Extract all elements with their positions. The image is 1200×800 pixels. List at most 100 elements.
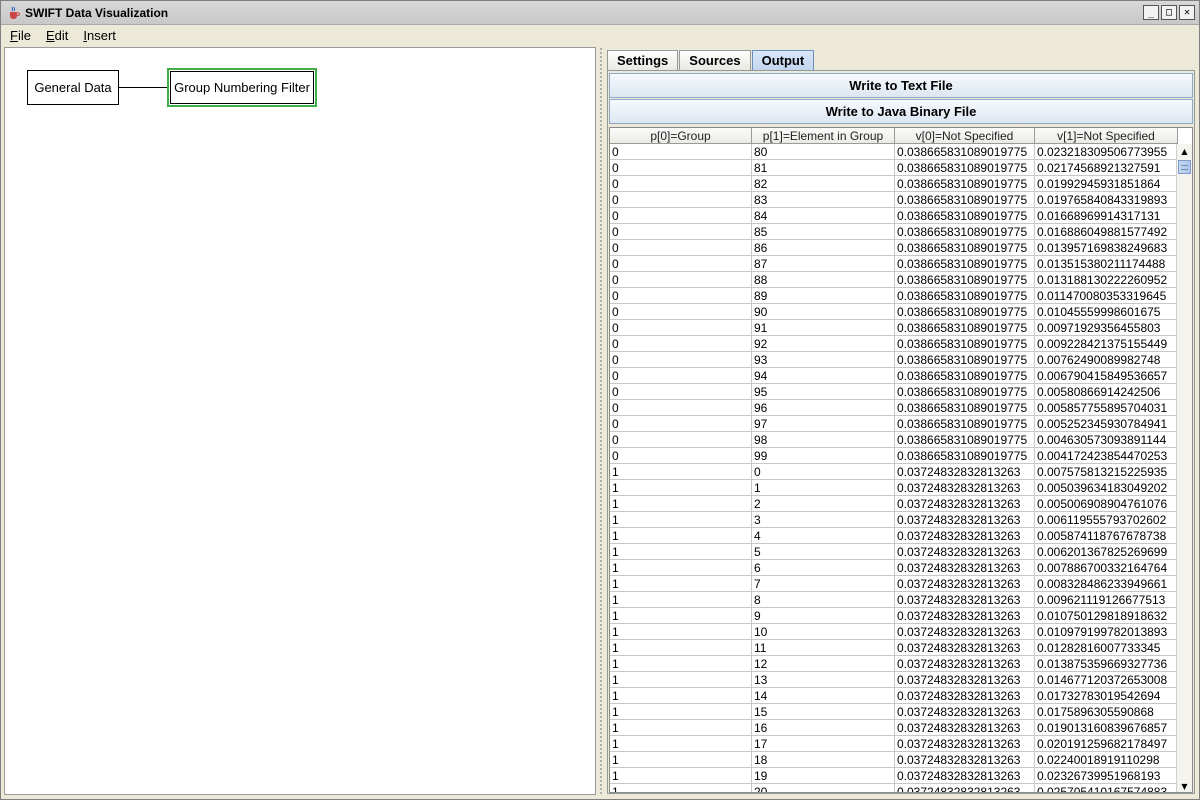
table-cell[interactable]: 1: [610, 688, 752, 704]
table-row[interactable]: 1 15 0.03724832832813263 0.0175896305590868: [610, 704, 1178, 720]
table-cell[interactable]: 0.038665831089019775: [895, 448, 1035, 464]
table-cell[interactable]: 14: [752, 688, 895, 704]
table-cell[interactable]: 1: [610, 608, 752, 624]
table-cell[interactable]: 0.019765840843319893: [1035, 192, 1178, 208]
table-row[interactable]: 0 82 0.038665831089019775 0.019929459318518…: [610, 176, 1178, 192]
table-cell[interactable]: 0.038665831089019775: [895, 176, 1035, 192]
table-cell[interactable]: 16: [752, 720, 895, 736]
table-cell[interactable]: 1: [610, 752, 752, 768]
scroll-down-arrow-icon[interactable]: ▼: [1177, 779, 1192, 792]
table-cell[interactable]: 96: [752, 400, 895, 416]
table-cell[interactable]: 1: [610, 480, 752, 496]
table-cell[interactable]: 0: [610, 224, 752, 240]
scrollbar-thumb[interactable]: [1178, 160, 1191, 174]
table-row[interactable]: 0 81 0.038665831089019775 0.021745689213275…: [610, 160, 1178, 176]
table-cell[interactable]: 0.03724832832813263: [895, 768, 1035, 784]
table-cell[interactable]: 0.009228421375155449: [1035, 336, 1178, 352]
table-cell[interactable]: 6: [752, 560, 895, 576]
table-cell[interactable]: 0.006790415849536657: [1035, 368, 1178, 384]
maximize-button[interactable]: □: [1161, 5, 1177, 20]
tab-sources[interactable]: Sources: [679, 50, 751, 70]
table-cell[interactable]: 1: [610, 768, 752, 784]
table-cell[interactable]: 0.025705410167574883: [1035, 784, 1178, 792]
table-cell[interactable]: 0.016886049881577492: [1035, 224, 1178, 240]
table-cell[interactable]: 0.005039634183049202: [1035, 480, 1178, 496]
table-row[interactable]: 0 84 0.038665831089019775 0.016689699143171…: [610, 208, 1178, 224]
table-cell[interactable]: 19: [752, 768, 895, 784]
table-cell[interactable]: 0.038665831089019775: [895, 416, 1035, 432]
table-cell[interactable]: 20: [752, 784, 895, 792]
table-cell[interactable]: 92: [752, 336, 895, 352]
table-row[interactable]: 1 16 0.03724832832813263 0.0190131608396768…: [610, 720, 1178, 736]
table-row[interactable]: 1 3 0.03724832832813263 0.00611955579370260…: [610, 512, 1178, 528]
table-row[interactable]: 0 95 0.038665831089019775 0.005808669142425…: [610, 384, 1178, 400]
table-cell[interactable]: 0.038665831089019775: [895, 272, 1035, 288]
table-cell[interactable]: 0.038665831089019775: [895, 432, 1035, 448]
table-cell[interactable]: 0.013957169838249683: [1035, 240, 1178, 256]
table-cell[interactable]: 0.038665831089019775: [895, 256, 1035, 272]
table-row[interactable]: 1 10 0.03724832832813263 0.0109791997820138…: [610, 624, 1178, 640]
table-cell[interactable]: 0.02174568921327591: [1035, 160, 1178, 176]
menu-insert[interactable]: Insert: [77, 28, 122, 43]
table-cell[interactable]: 0.008328486233949661: [1035, 576, 1178, 592]
table-row[interactable]: 0 85 0.038665831089019775 0.016886049881577…: [610, 224, 1178, 240]
table-cell[interactable]: 13: [752, 672, 895, 688]
table-cell[interactable]: 0.038665831089019775: [895, 160, 1035, 176]
table-cell[interactable]: 0: [610, 432, 752, 448]
table-cell[interactable]: 0.038665831089019775: [895, 192, 1035, 208]
table-cell[interactable]: 0.03724832832813263: [895, 480, 1035, 496]
table-cell[interactable]: 0: [610, 368, 752, 384]
table-cell[interactable]: 0.005857755895704031: [1035, 400, 1178, 416]
table-row[interactable]: 1 20 0.03724832832813263 0.0257054101675748…: [610, 784, 1178, 792]
table-row[interactable]: 1 8 0.03724832832813263 0.00962111912667751…: [610, 592, 1178, 608]
close-button[interactable]: ✕: [1179, 5, 1195, 20]
table-cell[interactable]: 0.03724832832813263: [895, 720, 1035, 736]
table-cell[interactable]: 0.038665831089019775: [895, 288, 1035, 304]
table-cell[interactable]: 0.01668969914317131: [1035, 208, 1178, 224]
pipeline-canvas[interactable]: General Data Group Numbering Filter: [4, 47, 596, 795]
table-cell[interactable]: 1: [610, 704, 752, 720]
table-cell[interactable]: 0.03724832832813263: [895, 624, 1035, 640]
table-cell[interactable]: 1: [610, 528, 752, 544]
table-cell[interactable]: 99: [752, 448, 895, 464]
table-row[interactable]: 0 83 0.038665831089019775 0.019765840843319…: [610, 192, 1178, 208]
table-cell[interactable]: 1: [610, 672, 752, 688]
table-cell[interactable]: 9: [752, 608, 895, 624]
table-cell[interactable]: 0.03724832832813263: [895, 608, 1035, 624]
table-cell[interactable]: 0.038665831089019775: [895, 240, 1035, 256]
table-cell[interactable]: 0: [610, 288, 752, 304]
table-cell[interactable]: 18: [752, 752, 895, 768]
split-pane-divider[interactable]: [597, 47, 605, 795]
table-cell[interactable]: 1: [610, 592, 752, 608]
table-cell[interactable]: 0.01045559998601675: [1035, 304, 1178, 320]
table-cell[interactable]: 0.03724832832813263: [895, 752, 1035, 768]
table-cell[interactable]: 94: [752, 368, 895, 384]
table-row[interactable]: 1 5 0.03724832832813263 0.00620136782526969…: [610, 544, 1178, 560]
table-row[interactable]: 0 92 0.038665831089019775 0.009228421375155…: [610, 336, 1178, 352]
table-cell[interactable]: 0.02326739951968193: [1035, 768, 1178, 784]
table-row[interactable]: 1 0 0.03724832832813263 0.00757581321522593…: [610, 464, 1178, 480]
table-cell[interactable]: 1: [610, 544, 752, 560]
table-row[interactable]: 1 11 0.03724832832813263 0.0128281600773334…: [610, 640, 1178, 656]
table-row[interactable]: 1 1 0.03724832832813263 0.00503963418304920…: [610, 480, 1178, 496]
column-header[interactable]: v[1]=Not Specified: [1035, 128, 1178, 144]
table-cell[interactable]: 1: [610, 640, 752, 656]
table-cell[interactable]: 0: [610, 208, 752, 224]
write-text-file-button[interactable]: Write to Text File: [609, 73, 1193, 98]
table-cell[interactable]: 0.038665831089019775: [895, 208, 1035, 224]
table-cell[interactable]: 0: [610, 400, 752, 416]
table-cell[interactable]: 1: [610, 784, 752, 792]
table-cell[interactable]: 0.01282816007733345: [1035, 640, 1178, 656]
node-general-data[interactable]: General Data: [27, 70, 119, 105]
table-cell[interactable]: 3: [752, 512, 895, 528]
table-cell[interactable]: 1: [610, 656, 752, 672]
table-cell[interactable]: 97: [752, 416, 895, 432]
table-row[interactable]: 1 12 0.03724832832813263 0.0138753596693277…: [610, 656, 1178, 672]
table-row[interactable]: 1 9 0.03724832832813263 0.01075012981891863…: [610, 608, 1178, 624]
table-cell[interactable]: 17: [752, 736, 895, 752]
table-cell[interactable]: 0.013875359669327736: [1035, 656, 1178, 672]
table-cell[interactable]: 0: [610, 384, 752, 400]
table-cell[interactable]: 85: [752, 224, 895, 240]
table-cell[interactable]: 0: [610, 416, 752, 432]
table-row[interactable]: 0 98 0.038665831089019775 0.004630573093891…: [610, 432, 1178, 448]
